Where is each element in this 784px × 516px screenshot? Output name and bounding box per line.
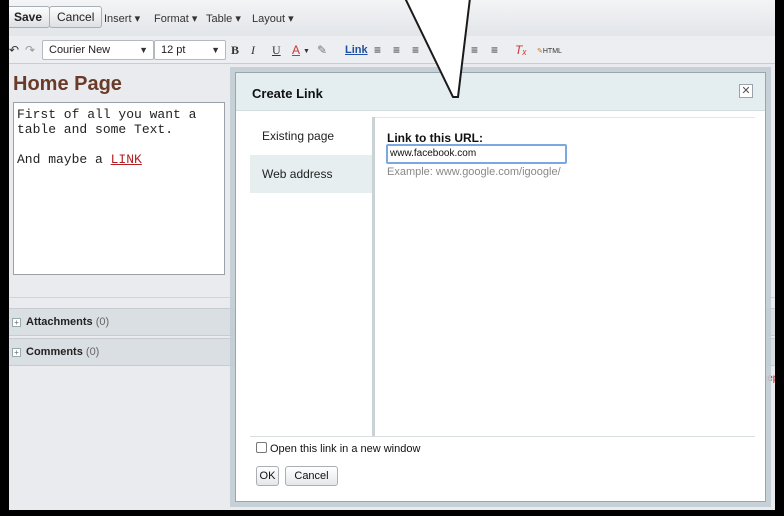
italic-icon[interactable]: I	[251, 43, 255, 57]
chevron-down-icon: ▼	[211, 45, 220, 55]
dialog-header: Create Link ✕	[236, 73, 765, 111]
chevron-down-icon[interactable]: ▼	[303, 45, 310, 59]
app-window: Save Cancel Insert ▾ Format ▾ Table ▾ La…	[9, 0, 775, 510]
page-title: Home Page	[13, 73, 122, 95]
underline-icon[interactable]: U	[272, 43, 281, 57]
menu-format[interactable]: Format ▾	[154, 12, 197, 25]
tab-existing-page[interactable]: Existing page	[250, 117, 372, 155]
ok-button[interactable]: OK	[256, 466, 279, 486]
link-button[interactable]: Link	[345, 43, 368, 57]
formatting-toolbar: ↶ ↷ Courier New ▼ 12 pt ▼ B I U A ▼ ✎ Li…	[9, 36, 775, 64]
attachments-label: Attachments	[26, 316, 93, 328]
rich-text-editor[interactable]: First of all you want a table and some T…	[13, 102, 225, 275]
redo-icon[interactable]: ↷	[25, 43, 35, 57]
html-label: HTML	[542, 48, 562, 55]
menu-layout[interactable]: Layout ▾	[252, 12, 294, 25]
close-icon[interactable]: ✕	[739, 84, 753, 98]
editor-toolbar-top: Save Cancel Insert ▾ Format ▾ Table ▾ La…	[9, 0, 775, 36]
editor-line-text: And maybe a	[17, 152, 111, 167]
create-link-dialog: Create Link ✕ Existing page Web address …	[235, 72, 766, 502]
save-button[interactable]: Save	[9, 6, 51, 28]
web-address-panel: Link to this URL: www.facebook.com Examp…	[375, 117, 755, 437]
comments-label: Comments	[26, 346, 83, 358]
numbered-list-icon[interactable]: ≡	[374, 43, 381, 57]
url-example-hint: Example: www.google.com/igoogle/	[387, 166, 561, 178]
font-family-select[interactable]: Courier New ▼	[42, 40, 154, 60]
undo-icon[interactable]: ↶	[9, 43, 19, 57]
url-label: Link to this URL:	[387, 131, 483, 145]
cancel-button[interactable]: Cancel	[49, 6, 103, 28]
menu-insert[interactable]: Insert ▾	[104, 12, 140, 25]
new-window-checkbox[interactable]	[256, 442, 267, 453]
indent-icon[interactable]: ≡	[412, 43, 419, 57]
editor-link[interactable]: LINK	[111, 152, 142, 167]
text-color-icon[interactable]: A	[292, 43, 300, 57]
align-center-icon[interactable]: ≡	[471, 43, 478, 57]
expand-icon[interactable]: +	[12, 347, 21, 357]
clear-format-icon[interactable]: Tₓ	[515, 43, 527, 57]
bullet-list-icon[interactable]: ≡	[393, 43, 400, 57]
html-edit-icon[interactable]: ✎HTML	[537, 45, 562, 59]
bold-icon[interactable]: B	[231, 43, 239, 57]
editor-line: First of all you want a	[17, 107, 197, 122]
highlight-icon[interactable]: ✎	[317, 43, 327, 57]
expand-icon[interactable]: +	[12, 317, 21, 327]
align-right-icon[interactable]: ≡	[491, 43, 498, 57]
align-left-icon[interactable]: ≡	[450, 41, 464, 59]
screenshot-stage: Save Cancel Insert ▾ Format ▾ Table ▾ La…	[0, 0, 784, 516]
editor-line: And maybe a LINK	[17, 152, 221, 167]
dialog-title: Create Link	[252, 86, 323, 101]
cancel-button[interactable]: Cancel	[285, 466, 338, 486]
tab-web-address[interactable]: Web address	[250, 155, 372, 193]
font-family-value: Courier New	[49, 44, 111, 56]
attachments-count: (0)	[95, 316, 110, 328]
chevron-down-icon: ▼	[139, 45, 148, 55]
outdent-icon[interactable]: ≡	[431, 43, 438, 57]
font-size-select[interactable]: 12 pt ▼	[154, 40, 226, 60]
font-size-value: 12 pt	[161, 44, 186, 56]
comments-count: (0)	[85, 346, 100, 358]
url-input[interactable]: www.facebook.com	[386, 144, 567, 164]
new-window-label[interactable]: Open this link in a new window	[270, 443, 420, 455]
link-type-tabs: Existing page Web address	[250, 117, 372, 437]
editor-line: table and some Text.	[17, 122, 174, 137]
menu-table[interactable]: Table ▾	[206, 12, 241, 25]
divider	[250, 436, 755, 437]
